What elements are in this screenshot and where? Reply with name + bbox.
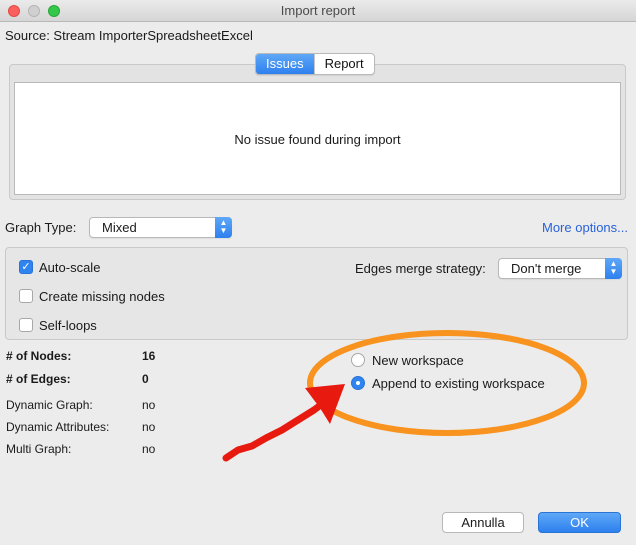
auto-scale-option[interactable]: ✓ Auto-scale: [19, 259, 100, 275]
nodes-count-label: # of Nodes:: [6, 349, 72, 363]
arrow-shaft: [222, 400, 326, 462]
nodes-count-value: 16: [142, 349, 156, 363]
chevron-updown-icon: ▲ ▼: [215, 217, 232, 238]
edges-merge-select[interactable]: Don't merge ▲ ▼: [498, 258, 622, 279]
append-workspace-radio[interactable]: [351, 376, 365, 390]
issues-message: No issue found during import: [234, 132, 401, 147]
graph-type-label: Graph Type:: [5, 220, 77, 235]
new-workspace-label: New workspace: [372, 352, 464, 368]
ok-button[interactable]: OK: [538, 512, 621, 533]
window-title: Import report: [280, 3, 356, 18]
title-bar: Import report: [0, 0, 636, 22]
auto-scale-label: Auto-scale: [39, 259, 101, 275]
dynamic-graph-label: Dynamic Graph:: [6, 398, 93, 412]
new-workspace-option[interactable]: New workspace: [351, 352, 464, 368]
more-options-link[interactable]: More options...: [542, 220, 628, 235]
edges-count-value: 0: [142, 372, 149, 386]
edges-count-label: # of Edges:: [6, 372, 71, 386]
tab-issues[interactable]: Issues: [256, 54, 314, 74]
chevron-updown-icon: ▲ ▼: [605, 258, 622, 279]
tab-bar: Issues Report: [255, 53, 375, 75]
cancel-button[interactable]: Annulla: [442, 512, 524, 533]
edges-merge-value: Don't merge: [511, 261, 582, 276]
self-loops-checkbox[interactable]: [19, 318, 33, 332]
append-workspace-label: Append to existing workspace: [372, 375, 545, 391]
tab-report[interactable]: Report: [313, 54, 374, 74]
arrowhead-icon: [305, 384, 345, 424]
create-missing-nodes-option[interactable]: Create missing nodes: [19, 288, 165, 304]
self-loops-label: Self-loops: [39, 317, 97, 333]
dynamic-attributes-value: no: [142, 420, 156, 434]
new-workspace-radio[interactable]: [351, 353, 365, 367]
edges-merge-label: Edges merge strategy:: [355, 261, 486, 276]
create-missing-nodes-checkbox[interactable]: [19, 289, 33, 303]
graph-type-value: Mixed: [102, 220, 137, 235]
multi-graph-label: Multi Graph:: [6, 442, 72, 456]
graph-type-select[interactable]: Mixed ▲ ▼: [89, 217, 232, 238]
create-missing-nodes-label: Create missing nodes: [39, 288, 165, 304]
append-workspace-option[interactable]: Append to existing workspace: [351, 375, 545, 391]
source-label: Source: Stream ImporterSpreadsheetExcel: [5, 28, 253, 43]
dynamic-graph-value: no: [142, 398, 156, 412]
multi-graph-value: no: [142, 442, 156, 456]
dynamic-attributes-label: Dynamic Attributes:: [6, 420, 110, 434]
self-loops-option[interactable]: Self-loops: [19, 317, 97, 333]
issues-panel: No issue found during import: [14, 82, 621, 195]
auto-scale-checkbox[interactable]: ✓: [19, 260, 33, 274]
